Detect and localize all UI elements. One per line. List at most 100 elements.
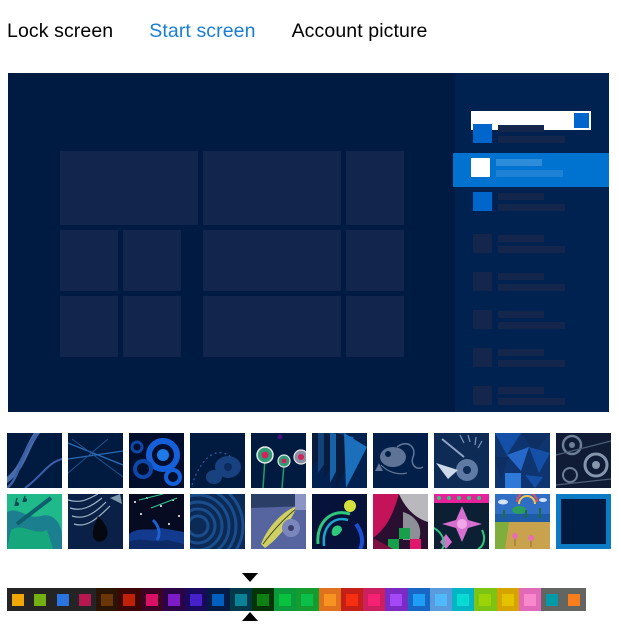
background-thumbnail-bg-lines[interactable] <box>68 433 123 488</box>
preview-app-row <box>455 381 609 412</box>
tab-account-picture[interactable]: Account picture <box>292 20 428 43</box>
color-swatch[interactable] <box>29 588 52 611</box>
preview-tile <box>346 151 404 225</box>
color-swatch[interactable] <box>363 588 386 611</box>
preview-app-row <box>455 229 609 263</box>
color-swatch-chip <box>301 593 314 606</box>
settings-tabs: Lock screen Start screen Account picture <box>0 0 618 62</box>
preview-app-subtitle-bar <box>498 246 565 253</box>
preview-app-title-bar <box>498 125 544 132</box>
color-swatch[interactable] <box>96 588 119 611</box>
color-swatch-chip <box>56 593 69 606</box>
color-swatch[interactable] <box>407 588 430 611</box>
color-swatch-chip <box>78 593 91 606</box>
color-swatch-chip <box>501 593 514 606</box>
background-thumbnail-bg-flower[interactable] <box>190 433 245 488</box>
color-swatch[interactable] <box>73 588 96 611</box>
background-thumbnail-bg-night-birds[interactable] <box>129 494 184 549</box>
color-swatch[interactable] <box>429 588 452 611</box>
tab-start-screen[interactable]: Start screen <box>149 20 255 43</box>
color-swatch[interactable] <box>318 588 341 611</box>
color-swatch-chip <box>190 593 203 606</box>
color-swatch-chip <box>167 593 180 606</box>
preview-app-icon <box>473 386 492 405</box>
preview-tile <box>123 296 181 357</box>
preview-app-subtitle-bar <box>498 204 565 211</box>
preview-tile <box>60 230 118 291</box>
color-swatch-chip <box>412 593 425 606</box>
preview-app-subtitle-bar <box>496 170 563 177</box>
color-swatch[interactable] <box>229 588 252 611</box>
color-swatch-chip <box>101 593 114 606</box>
background-thumbnail-bg-gears[interactable] <box>556 433 611 488</box>
background-thumbnail-bg-lollipops[interactable] <box>251 433 306 488</box>
background-thumbnail-bg-ripples[interactable] <box>190 494 245 549</box>
tab-lock-screen[interactable]: Lock screen <box>7 20 113 43</box>
color-swatch-chip <box>390 593 403 606</box>
color-swatch-chip <box>279 593 292 606</box>
color-swatch[interactable] <box>496 588 519 611</box>
color-swatch[interactable] <box>563 588 586 611</box>
color-swatch[interactable] <box>518 588 541 611</box>
preview-app-icon <box>473 234 492 253</box>
background-thumbnail-bg-green-curl[interactable] <box>312 494 367 549</box>
color-swatch[interactable] <box>296 588 319 611</box>
color-swatch[interactable] <box>7 588 30 611</box>
color-swatch[interactable] <box>452 588 475 611</box>
preview-app-row <box>455 187 609 221</box>
preview-app-icon <box>473 310 492 329</box>
color-swatch[interactable] <box>140 588 163 611</box>
color-selection-marker-top <box>241 573 258 582</box>
preview-app-title-bar <box>498 387 544 394</box>
color-swatch-chip <box>568 593 581 606</box>
background-thumbnail-bg-beak[interactable] <box>251 494 306 549</box>
background-thumbnail-bg-turntable[interactable] <box>434 433 489 488</box>
preview-app-subtitle-bar <box>498 360 565 367</box>
background-thumbnail-bg-pink-flowers[interactable] <box>434 494 489 549</box>
preview-tile-grid <box>60 151 410 363</box>
color-swatch-chip <box>345 593 358 606</box>
preview-tile <box>346 296 404 357</box>
color-swatch[interactable] <box>162 588 185 611</box>
color-swatch[interactable] <box>185 588 208 611</box>
preview-app-title-bar <box>498 193 544 200</box>
color-swatch[interactable] <box>474 588 497 611</box>
preview-app-icon <box>473 192 492 211</box>
color-selection-marker-bottom <box>241 612 258 621</box>
background-thumbnail-bg-ribbons[interactable] <box>7 433 62 488</box>
color-swatch[interactable] <box>207 588 230 611</box>
color-swatch[interactable] <box>385 588 408 611</box>
color-swatch[interactable] <box>340 588 363 611</box>
background-thumbnail-bg-pink-abstract[interactable] <box>373 494 428 549</box>
preview-app-row <box>455 305 609 339</box>
preview-app-title-bar <box>496 159 542 166</box>
color-swatch-chip <box>457 593 470 606</box>
color-swatch-chip <box>12 593 25 606</box>
background-thumbnail-bg-plain[interactable] <box>556 494 611 549</box>
background-thumbnail-bg-fern-drop[interactable] <box>68 494 123 549</box>
preview-app-subtitle-bar <box>498 322 565 329</box>
color-swatch[interactable] <box>118 588 141 611</box>
color-swatch-chip <box>434 593 447 606</box>
color-swatch[interactable] <box>274 588 297 611</box>
color-swatch-chip <box>523 593 536 606</box>
color-swatch-chip <box>546 593 559 606</box>
background-thumbnail-bg-fan[interactable] <box>312 433 367 488</box>
background-thumbnail-bg-anglerfish[interactable] <box>373 433 428 488</box>
color-swatch-chip <box>34 593 47 606</box>
preview-app-row <box>455 343 609 377</box>
background-thumbnail-bg-guitar[interactable] <box>7 494 62 549</box>
background-thumbnail-bg-facets[interactable] <box>495 433 550 488</box>
color-swatch[interactable] <box>251 588 274 611</box>
background-thumbnail-grid <box>7 433 611 554</box>
color-swatch-chip <box>212 593 225 606</box>
color-swatch-chip <box>479 593 492 606</box>
background-thumbnail-bg-landscape[interactable] <box>495 494 550 549</box>
preview-app-subtitle-bar <box>498 136 565 143</box>
color-swatch[interactable] <box>51 588 74 611</box>
preview-app-icon <box>471 158 490 177</box>
preview-tile <box>60 296 118 357</box>
background-thumbnail-bg-swirls[interactable] <box>129 433 184 488</box>
preview-app-icon <box>473 124 492 143</box>
color-swatch[interactable] <box>541 588 564 611</box>
